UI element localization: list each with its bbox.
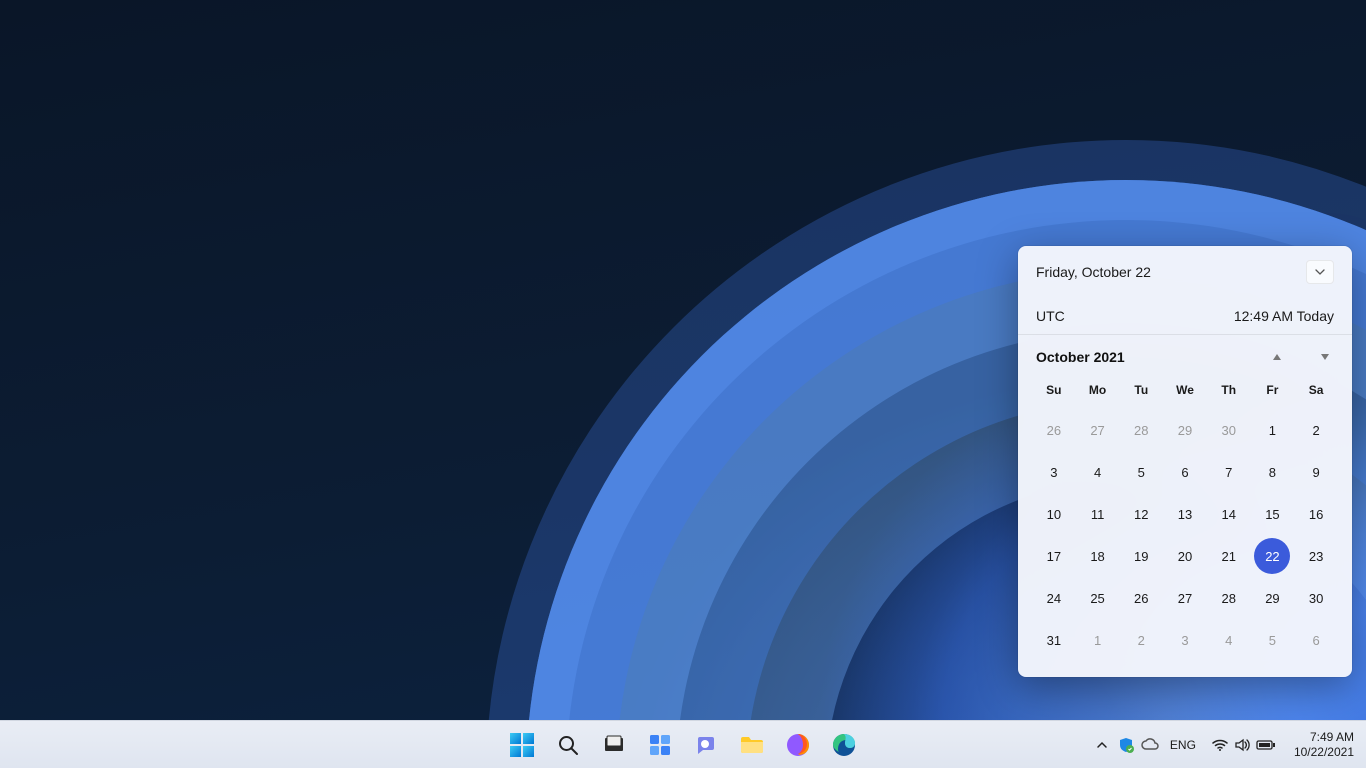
calendar-day-today[interactable]: 22 <box>1251 535 1295 577</box>
widgets-icon <box>648 733 672 757</box>
taskbar-time: 7:49 AM <box>1294 730 1354 745</box>
calendar-weekday: Su <box>1032 375 1076 409</box>
battery-icon <box>1256 738 1276 752</box>
calendar-day[interactable]: 21 <box>1207 535 1251 577</box>
calendar-day[interactable]: 1 <box>1076 619 1120 661</box>
edge-icon <box>832 733 856 757</box>
clock-button[interactable]: 7:49 AM 10/22/2021 <box>1286 730 1362 760</box>
start-button[interactable] <box>502 725 542 765</box>
calendar-day[interactable]: 24 <box>1032 577 1076 619</box>
taskbar: ENG 7:49 AM 10/22/2021 <box>0 720 1366 768</box>
calendar-day[interactable]: 10 <box>1032 493 1076 535</box>
triangle-up-icon <box>1272 353 1282 361</box>
calendar-day[interactable]: 2 <box>1119 619 1163 661</box>
calendar-day[interactable]: 29 <box>1163 409 1207 451</box>
calendar-weekday: Th <box>1207 375 1251 409</box>
taskbar-center <box>502 725 864 765</box>
calendar-day[interactable]: 26 <box>1119 577 1163 619</box>
calendar-day[interactable]: 14 <box>1207 493 1251 535</box>
windows-security-tray[interactable] <box>1116 725 1136 765</box>
search-icon <box>556 733 580 757</box>
calendar-day[interactable]: 16 <box>1294 493 1338 535</box>
cloud-icon <box>1141 737 1159 753</box>
chevron-up-icon <box>1096 739 1108 751</box>
calendar-day[interactable]: 17 <box>1032 535 1076 577</box>
calendar-weekday: Mo <box>1076 375 1120 409</box>
speaker-icon <box>1234 737 1250 753</box>
taskbar-date: 10/22/2021 <box>1294 745 1354 760</box>
calendar-day[interactable]: 8 <box>1251 451 1295 493</box>
calendar-day[interactable]: 5 <box>1251 619 1295 661</box>
calendar-weekday: Fr <box>1251 375 1295 409</box>
calendar-day[interactable]: 25 <box>1076 577 1120 619</box>
search-button[interactable] <box>548 725 588 765</box>
calendar-day[interactable]: 11 <box>1076 493 1120 535</box>
calendar-weekday: Sa <box>1294 375 1338 409</box>
task-view-icon <box>603 734 625 756</box>
calendar-header-date[interactable]: Friday, October 22 <box>1036 264 1151 280</box>
calendar-day[interactable]: 3 <box>1032 451 1076 493</box>
calendar-weekday: We <box>1163 375 1207 409</box>
calendar-day[interactable]: 6 <box>1163 451 1207 493</box>
calendar-day[interactable]: 5 <box>1119 451 1163 493</box>
calendar-day[interactable]: 27 <box>1163 577 1207 619</box>
calendar-month-title[interactable]: October 2021 <box>1036 349 1125 365</box>
firefox-button[interactable] <box>778 725 818 765</box>
wifi-icon <box>1212 737 1228 753</box>
triangle-down-icon <box>1320 353 1330 361</box>
tray-overflow-button[interactable] <box>1092 725 1112 765</box>
calendar-day[interactable]: 28 <box>1207 577 1251 619</box>
calendar-day[interactable]: 1 <box>1251 409 1295 451</box>
chevron-down-icon <box>1315 267 1325 277</box>
calendar-day[interactable]: 20 <box>1163 535 1207 577</box>
calendar-day[interactable]: 9 <box>1294 451 1338 493</box>
calendar-collapse-button[interactable] <box>1306 260 1334 284</box>
calendar-day[interactable]: 3 <box>1163 619 1207 661</box>
timezone-label: UTC <box>1036 308 1065 324</box>
calendar-day[interactable]: 30 <box>1207 409 1251 451</box>
calendar-flyout: Friday, October 22 UTC 12:49 AM Today Oc… <box>1018 246 1352 677</box>
file-explorer-button[interactable] <box>732 725 772 765</box>
calendar-next-month-button[interactable] <box>1316 349 1334 365</box>
calendar-day[interactable]: 4 <box>1076 451 1120 493</box>
shield-icon <box>1118 737 1134 753</box>
calendar-day[interactable]: 26 <box>1032 409 1076 451</box>
edge-button[interactable] <box>824 725 864 765</box>
calendar-day[interactable]: 18 <box>1076 535 1120 577</box>
calendar-grid: SuMoTuWeThFrSa26272829301234567891011121… <box>1032 375 1338 661</box>
calendar-day[interactable]: 4 <box>1207 619 1251 661</box>
calendar-day[interactable]: 23 <box>1294 535 1338 577</box>
calendar-day[interactable]: 15 <box>1251 493 1295 535</box>
calendar-day[interactable]: 6 <box>1294 619 1338 661</box>
task-view-button[interactable] <box>594 725 634 765</box>
widgets-button[interactable] <box>640 725 680 765</box>
language-indicator[interactable]: ENG <box>1164 738 1202 752</box>
chat-icon <box>694 733 718 757</box>
calendar-day[interactable]: 30 <box>1294 577 1338 619</box>
calendar-day[interactable]: 7 <box>1207 451 1251 493</box>
firefox-icon <box>786 733 810 757</box>
calendar-day[interactable]: 13 <box>1163 493 1207 535</box>
calendar-day[interactable]: 27 <box>1076 409 1120 451</box>
calendar-day[interactable]: 19 <box>1119 535 1163 577</box>
chat-button[interactable] <box>686 725 726 765</box>
calendar-day[interactable]: 12 <box>1119 493 1163 535</box>
calendar-day[interactable]: 2 <box>1294 409 1338 451</box>
calendar-prev-month-button[interactable] <box>1268 349 1286 365</box>
onedrive-tray[interactable] <box>1140 725 1160 765</box>
windows-logo-icon <box>510 733 534 757</box>
calendar-day[interactable]: 29 <box>1251 577 1295 619</box>
calendar-weekday: Tu <box>1119 375 1163 409</box>
folder-icon <box>739 733 765 757</box>
calendar-day[interactable]: 28 <box>1119 409 1163 451</box>
system-tray: ENG 7:49 AM 10/22/2021 <box>1092 721 1362 768</box>
timezone-time: 12:49 AM Today <box>1234 308 1334 324</box>
network-sound-battery-button[interactable] <box>1206 725 1282 765</box>
calendar-day[interactable]: 31 <box>1032 619 1076 661</box>
